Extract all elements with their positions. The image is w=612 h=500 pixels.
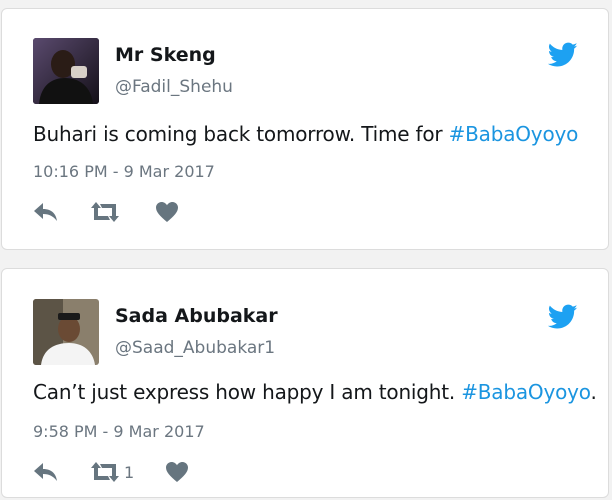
- retweet-icon: [91, 462, 119, 482]
- display-name[interactable]: Sada Abubakar: [115, 305, 278, 327]
- tweet-actions: 1: [33, 459, 189, 485]
- like-button[interactable]: [155, 201, 179, 223]
- user-handle[interactable]: @Saad_Abubakar1: [115, 338, 275, 358]
- tweet-actions: [33, 199, 179, 225]
- hashtag-link[interactable]: #BabaOyoyo: [449, 122, 579, 146]
- tweet-text: Can’t just express how happy I am tonigh…: [33, 380, 597, 404]
- avatar[interactable]: [33, 299, 99, 365]
- tweet-body: Buhari is coming back tomorrow. Time for: [33, 122, 449, 146]
- reply-icon: [34, 463, 57, 481]
- user-handle[interactable]: @Fadil_Shehu: [115, 77, 233, 97]
- timestamp[interactable]: 10:16 PM - 9 Mar 2017: [33, 162, 215, 181]
- retweet-icon: [91, 202, 119, 222]
- reply-button[interactable]: [33, 201, 59, 223]
- tweet-body-after: .: [590, 380, 597, 404]
- twitter-bird-icon[interactable]: [548, 42, 578, 68]
- display-name[interactable]: Mr Skeng: [115, 44, 216, 66]
- tweet-card[interactable]: Mr Skeng @Fadil_Shehu Buhari is coming b…: [1, 8, 609, 250]
- like-heart-icon: [156, 202, 178, 222]
- tweet-body: Can’t just express how happy I am tonigh…: [33, 380, 462, 404]
- hashtag-link[interactable]: #BabaOyoyo: [461, 380, 590, 404]
- reply-icon: [34, 203, 57, 221]
- retweet-button[interactable]: 1: [90, 461, 134, 483]
- tweet-card[interactable]: Sada Abubakar @Saad_Abubakar1 Can’t just…: [1, 268, 609, 498]
- retweet-count: 1: [124, 462, 135, 482]
- avatar[interactable]: [33, 38, 99, 104]
- like-heart-icon: [166, 462, 189, 482]
- twitter-bird-icon[interactable]: [548, 304, 578, 330]
- timestamp[interactable]: 9:58 PM - 9 Mar 2017: [33, 422, 205, 441]
- retweet-button[interactable]: [90, 201, 124, 223]
- tweet-text: Buhari is coming back tomorrow. Time for…: [33, 122, 578, 146]
- like-button[interactable]: [165, 461, 189, 483]
- reply-button[interactable]: [33, 461, 59, 483]
